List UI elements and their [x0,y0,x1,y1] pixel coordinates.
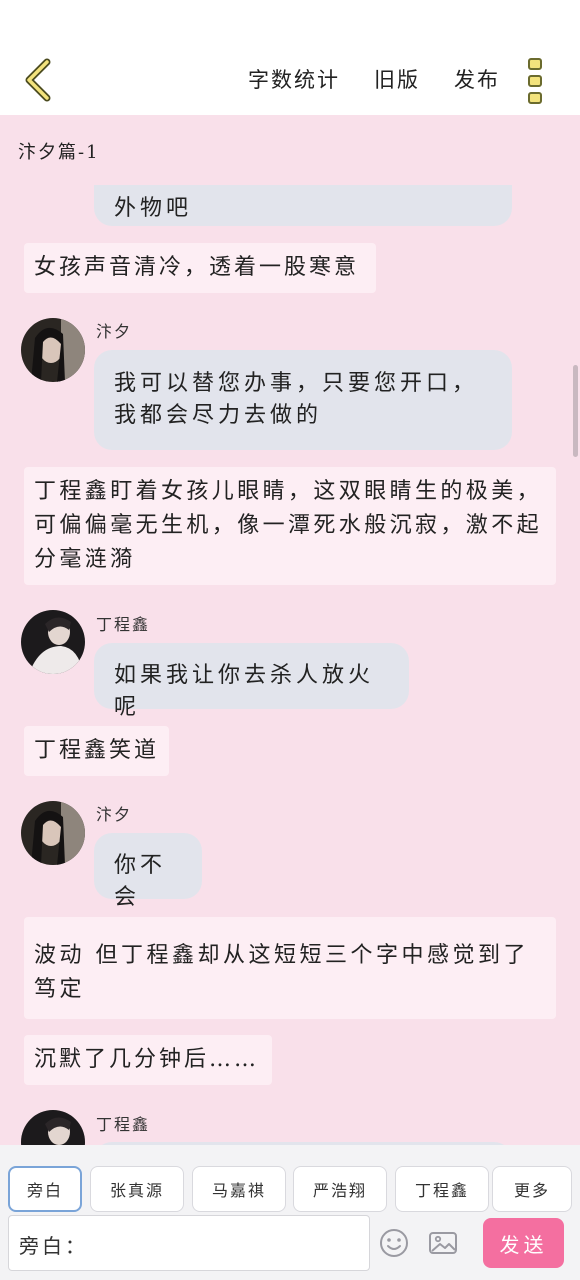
avatar[interactable] [21,801,85,865]
image-button[interactable] [427,1227,459,1259]
composer-panel: 旁白 张真源 马嘉祺 严浩翔 丁程鑫 更多 旁白： 发送 [0,1145,580,1280]
sender-name: 丁程鑫 [96,615,151,634]
role-tab-zhang-zhenyuan[interactable]: 张真源 [90,1166,184,1212]
role-tab-ma-jiaqi[interactable]: 马嘉祺 [192,1166,286,1212]
scrollbar[interactable] [573,365,578,457]
emoji-icon [380,1229,408,1257]
narration-block[interactable]: 女孩声音清冷，透着一股寒意 [24,243,376,293]
chapter-title: 汴夕篇-1 [18,142,100,163]
input-prefix: 旁白： [19,1234,88,1258]
image-icon [429,1232,457,1254]
message-text: 我可以替您办事，只要您开口，我都会尽力去做的 [114,371,479,428]
narration-text: 丁程鑫笑道 [34,738,160,763]
send-button[interactable]: 发送 [483,1218,564,1268]
narration-block[interactable]: 波动 但丁程鑫却从这短短三个字中感觉到了笃定 [24,917,556,1019]
avatar[interactable] [21,610,85,674]
role-tab-narrator[interactable]: 旁白 [8,1166,82,1212]
role-tab-ding-chengxin[interactable]: 丁程鑫 [395,1166,489,1212]
narration-text: 女孩声音清冷，透着一股寒意 [34,255,360,280]
chat-area[interactable]: 外物吧 女孩声音清冷，透着一股寒意 汴夕 我可以替您办事，只要您开口，我都会尽力… [0,185,580,1145]
top-actions: 字数统计 旧版 发布 [248,64,500,94]
message-text: 你不会 [114,853,167,910]
avatar[interactable] [21,318,85,382]
avatar[interactable] [21,1110,85,1145]
narration-block[interactable]: 丁程鑫笑道 [24,726,169,776]
publish-button[interactable]: 发布 [454,64,500,94]
old-version-button[interactable]: 旧版 [374,64,420,94]
sender-name: 丁程鑫 [96,1115,151,1134]
message-bubble[interactable]: 如果我让你去杀人放火呢 [94,643,409,720]
more-dot-icon [528,92,542,104]
narration-block[interactable]: 沉默了几分钟后…… [24,1035,272,1085]
message-bubble[interactable]: 你不会 [94,833,202,910]
more-menu-button[interactable] [528,58,544,104]
more-dot-icon [528,75,542,87]
role-tab-yan-haoxiang[interactable]: 严浩翔 [293,1166,387,1212]
message-bubble[interactable]: 外物吧 [94,185,512,226]
back-button[interactable] [18,56,58,104]
message-text: 如果我让你去杀人放火呢 [114,663,375,720]
message-text: 外物吧 [114,196,193,221]
back-chevron-icon [25,58,51,102]
narration-block[interactable]: 丁程鑫盯着女孩儿眼睛，这双眼睛生的极美，可偏偏毫无生机，像一潭死水般沉寂，激不起… [24,467,556,585]
message-input[interactable]: 旁白： [8,1215,370,1271]
top-bar: 字数统计 旧版 发布 [0,0,580,115]
narration-text: 沉默了几分钟后…… [34,1047,260,1072]
sender-name: 汴夕 [96,805,133,824]
word-count-button[interactable]: 字数统计 [248,64,340,94]
narration-text: 丁程鑫盯着女孩儿眼睛，这双眼睛生的极美，可偏偏毫无生机，像一潭死水般沉寂，激不起… [34,479,543,572]
message-bubble[interactable]: 我可以替您办事，只要您开口，我都会尽力去做的 [94,350,512,450]
more-dot-icon [528,58,542,70]
sender-name: 汴夕 [96,322,133,341]
emoji-button[interactable] [378,1227,410,1259]
narration-text: 波动 但丁程鑫却从这短短三个字中感觉到了笃定 [34,943,529,1002]
role-tab-more[interactable]: 更多 [492,1166,572,1212]
